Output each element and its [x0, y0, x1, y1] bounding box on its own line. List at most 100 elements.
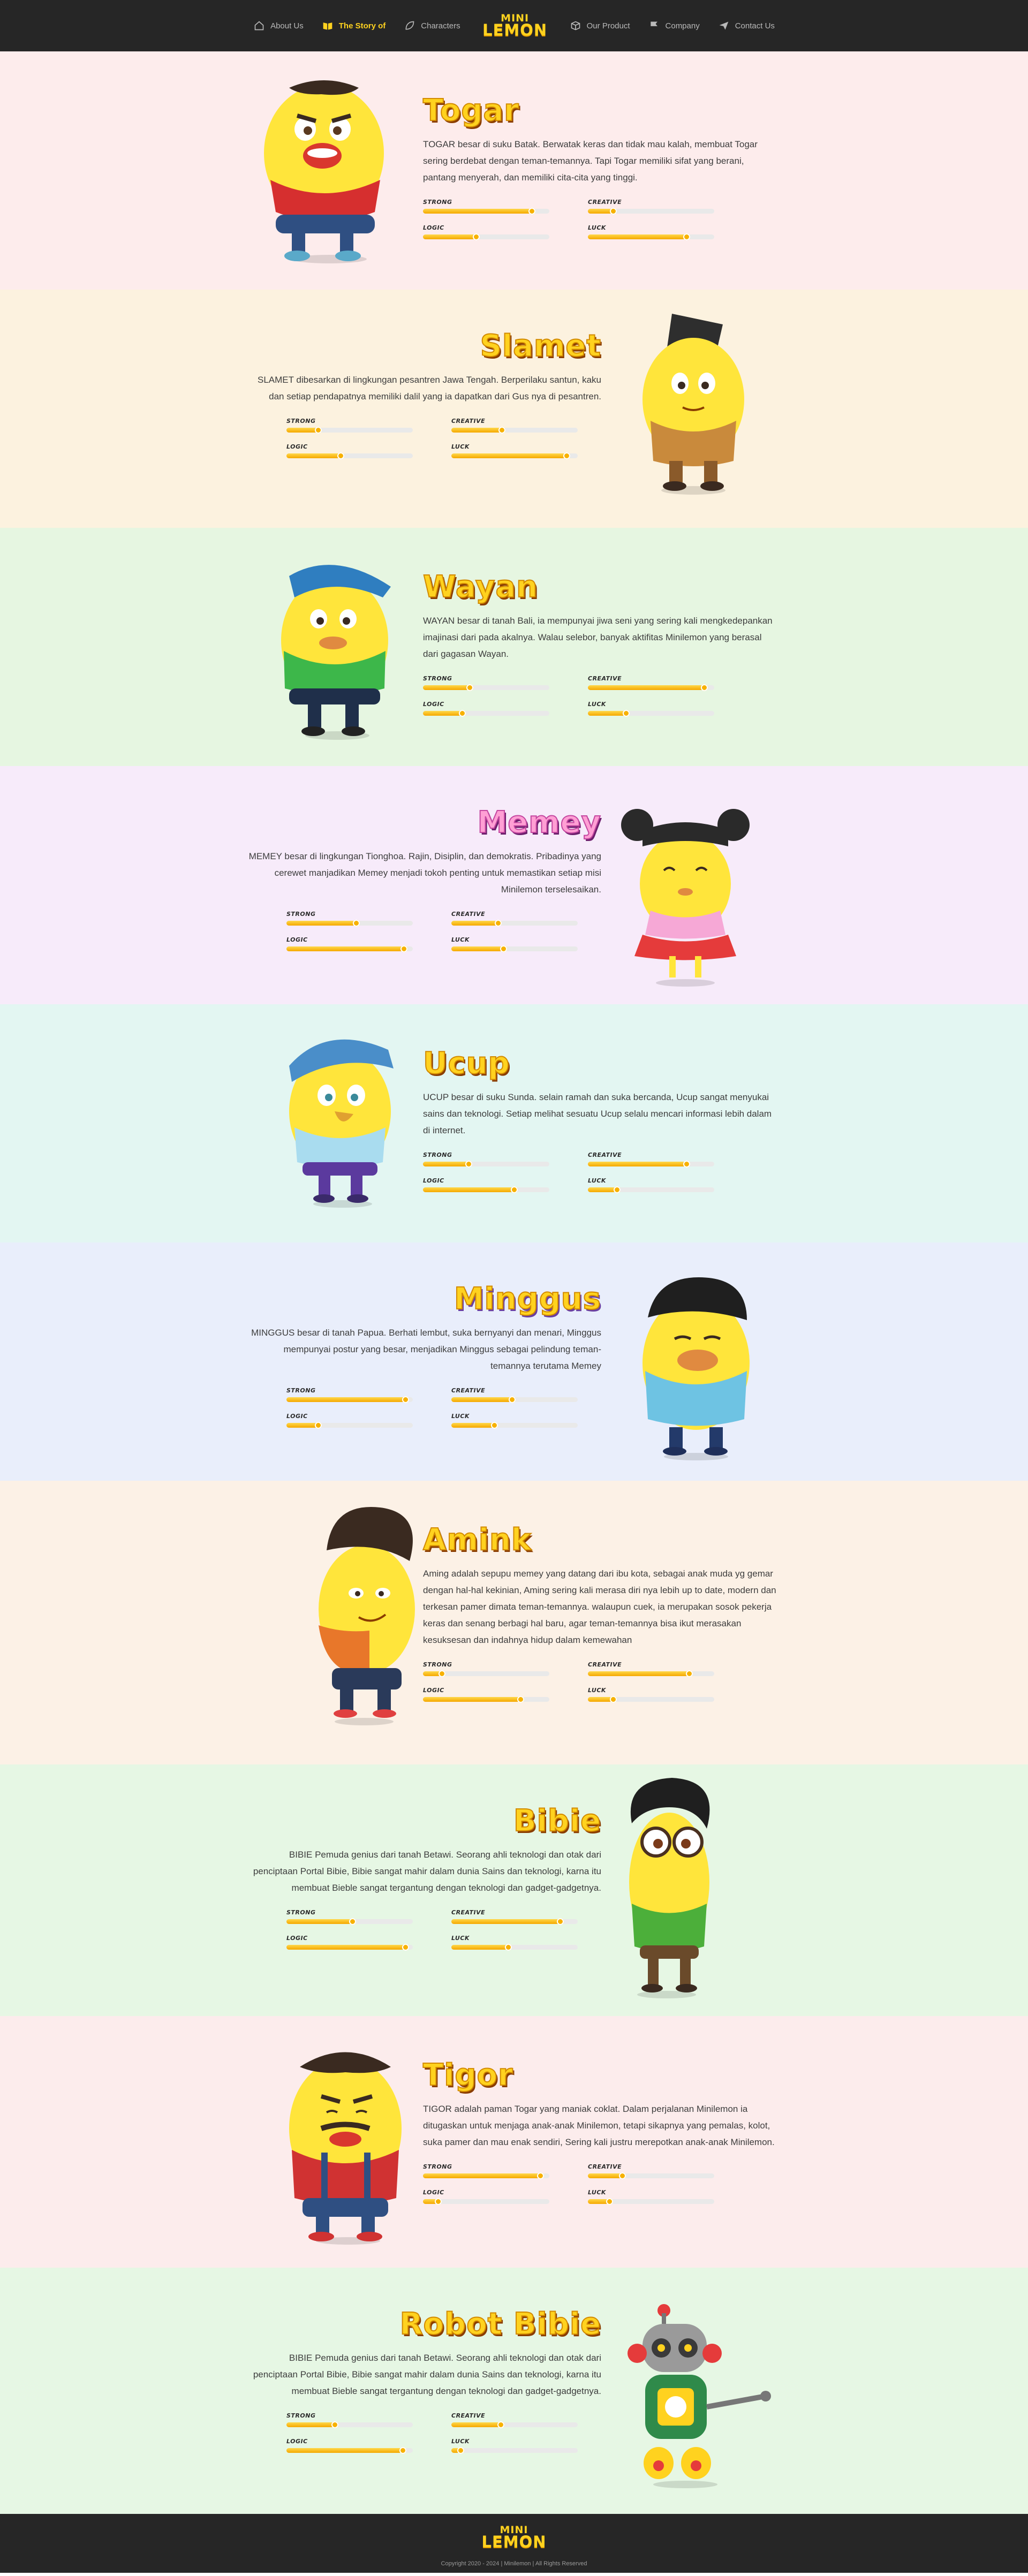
nav-label: Company — [665, 21, 700, 31]
stat-strong: STRONG — [423, 198, 549, 215]
togar-character-image — [264, 80, 384, 263]
robot-bibie-character-image — [628, 2304, 771, 2488]
stat-fill — [286, 2421, 338, 2428]
nav-label: Contact Us — [735, 21, 775, 31]
stat-creative: CREATIVE — [451, 911, 578, 927]
character-stats: STRONG CREATIVE LOGIC LUCK — [423, 198, 776, 240]
paper-plane-icon — [719, 21, 729, 30]
stat-label: CREATIVE — [451, 2412, 486, 2419]
stat-track — [423, 1695, 549, 1703]
nav-the-story-of[interactable]: The Story of — [322, 20, 386, 31]
copyright-text: Copyright 2020 - 2024 | Minilemon | All … — [441, 2560, 587, 2567]
stat-label: CREATIVE — [451, 1387, 486, 1394]
footer-wave-divider — [0, 2514, 1028, 2521]
stat-track — [588, 1160, 714, 1168]
character-description: BIBIE Pemuda genius dari tanah Betawi. S… — [253, 2352, 601, 2396]
stat-fill — [286, 919, 360, 927]
stat-track — [451, 1421, 578, 1429]
stat-label: LOGIC — [423, 224, 444, 231]
stat-logic: LOGIC — [286, 936, 413, 952]
stat-label: CREATIVE — [588, 198, 622, 206]
stat-track — [423, 2198, 549, 2205]
stat-track — [423, 684, 549, 691]
stat-fill — [423, 207, 535, 215]
stat-fill — [286, 426, 322, 434]
stat-creative: CREATIVE — [451, 1909, 578, 1925]
nav-our-product[interactable]: Our Product — [570, 20, 630, 31]
stat-label: STRONG — [423, 1151, 452, 1158]
nav-about-us[interactable]: About Us — [253, 20, 304, 31]
nav-company[interactable]: Company — [648, 20, 700, 31]
stat-track — [286, 1421, 413, 1429]
stat-fill — [451, 1421, 498, 1429]
stat-track — [286, 1918, 413, 1925]
stat-creative: CREATIVE — [451, 1387, 578, 1403]
stat-luck: LUCK — [588, 1177, 714, 1193]
stat-luck: LUCK — [588, 224, 714, 240]
stat-logic: LOGIC — [423, 2189, 549, 2205]
stat-track — [286, 919, 413, 927]
stat-fill — [451, 426, 506, 434]
stat-track — [286, 452, 413, 459]
stat-fill — [286, 1396, 409, 1403]
togar-content: Togar TOGAR besar di suku Batak. Berwata… — [422, 94, 776, 240]
stat-track — [286, 426, 413, 434]
stat-fill — [588, 1186, 621, 1193]
character-section-robot-bibie: Robot Bibie BIBIE Pemuda genius dari tan… — [0, 2268, 1028, 2514]
stat-label: CREATIVE — [588, 2163, 622, 2170]
character-section-bibie: Bibie BIBIE Pemuda genius dari tanah Bet… — [0, 1764, 1028, 2016]
stat-fill — [588, 207, 617, 215]
stat-fill — [451, 1943, 512, 1951]
stat-creative: CREATIVE — [588, 1151, 714, 1168]
stat-fill — [423, 1186, 518, 1193]
bibie-content: Bibie BIBIE Pemuda genius dari tanah Bet… — [248, 1804, 601, 1951]
stat-track — [588, 2198, 714, 2205]
stat-fill — [588, 709, 630, 717]
stat-fill — [423, 233, 480, 240]
stat-track — [451, 452, 578, 459]
nav-label: The Story of — [338, 21, 386, 31]
ucup-content: Ucup UCUP besar di suku Sunda. selain ra… — [422, 1047, 776, 1193]
nav-characters[interactable]: Characters — [404, 20, 460, 31]
stat-logic: LOGIC — [286, 1413, 413, 1429]
minilemon-logo[interactable]: MINI LEMON — [482, 8, 547, 43]
character-description: UCUP besar di suku Sunda. selain ramah d… — [423, 1092, 772, 1135]
character-section-slamet: Slamet SLAMET dibesarkan di lingkungan p… — [0, 290, 1028, 528]
stat-label: LUCK — [451, 1412, 470, 1420]
stat-label: CREATIVE — [451, 417, 486, 425]
stat-strong: STRONG — [286, 1387, 413, 1403]
stat-label: LUCK — [451, 936, 470, 943]
stat-luck: LUCK — [451, 2438, 578, 2454]
box-icon — [571, 21, 580, 31]
stat-track — [588, 1670, 714, 1677]
character-section-minggus: Minggus MINGGUS besar di tanah Papua. Be… — [0, 1242, 1028, 1481]
stat-logic: LOGIC — [423, 224, 549, 240]
character-stats: STRONG CREATIVE LOGIC LUCK — [423, 2163, 776, 2205]
character-stats: STRONG CREATIVE LOGIC LUCK — [286, 1909, 601, 1951]
footer-logo[interactable]: MINI LEMON — [481, 2520, 546, 2555]
stat-creative: CREATIVE — [588, 675, 714, 691]
stat-luck: LUCK — [451, 1935, 578, 1951]
nav-contact-us[interactable]: Contact Us — [718, 20, 775, 31]
stat-label: LUCK — [588, 1177, 606, 1184]
stat-label: STRONG — [286, 1387, 316, 1394]
stat-fill — [423, 1695, 524, 1703]
stat-track — [588, 1695, 714, 1703]
stat-track — [451, 2421, 578, 2428]
character-name: Memey — [477, 805, 601, 840]
stat-label: LUCK — [588, 700, 606, 708]
stat-label: LOGIC — [286, 936, 308, 943]
tigor-content: Tigor TIGOR adalah paman Togar yang mani… — [422, 2058, 776, 2205]
stat-track — [588, 2172, 714, 2179]
wayan-content: Wayan WAYAN besar di tanah Bali, ia memp… — [422, 570, 776, 717]
robot-bibie-content: Robot Bibie BIBIE Pemuda genius dari tan… — [248, 2307, 601, 2454]
stat-fill — [286, 945, 408, 952]
stat-track — [588, 1186, 714, 1193]
stat-track — [451, 1396, 578, 1403]
character-name: Robot Bibie — [399, 2307, 601, 2342]
stat-label: STRONG — [423, 198, 452, 206]
stat-track — [451, 919, 578, 927]
wayan-character-image — [281, 565, 391, 740]
stat-label: LUCK — [588, 2188, 606, 2196]
stat-fill — [588, 1160, 691, 1168]
